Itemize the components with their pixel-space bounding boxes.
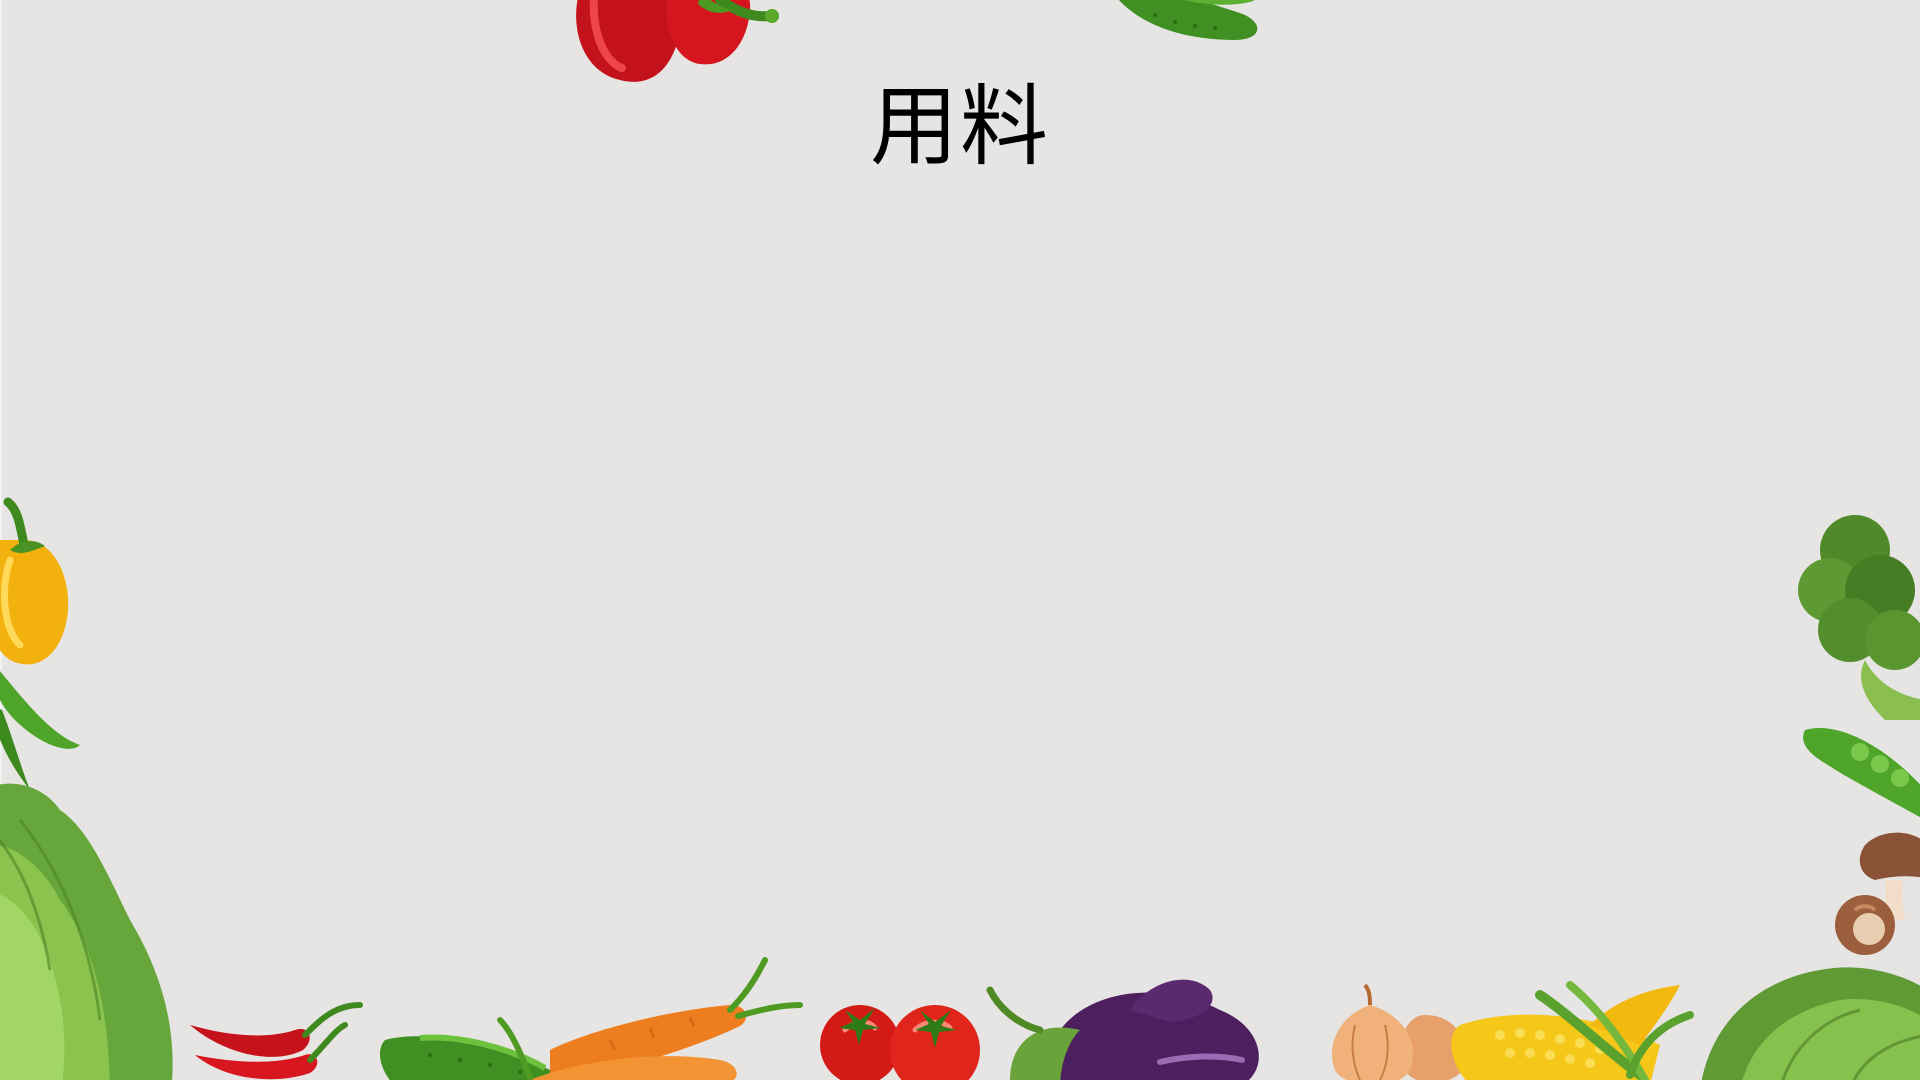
cucumber-icon	[1119, 0, 1258, 40]
tomato-icon	[820, 1005, 980, 1080]
eggplant-icon	[986, 979, 1259, 1080]
yellow-bell-pepper-icon	[0, 497, 69, 665]
slide: 用料	[0, 0, 1920, 1080]
page-title: 用料	[869, 75, 1050, 178]
lettuce-icon	[1701, 967, 1920, 1080]
carrot-icon	[497, 957, 803, 1080]
corn-icon	[1451, 981, 1694, 1080]
broccoli-icon	[1798, 515, 1920, 720]
pea-pod-icon	[1803, 728, 1920, 818]
chili-pepper-icon	[190, 1002, 363, 1080]
